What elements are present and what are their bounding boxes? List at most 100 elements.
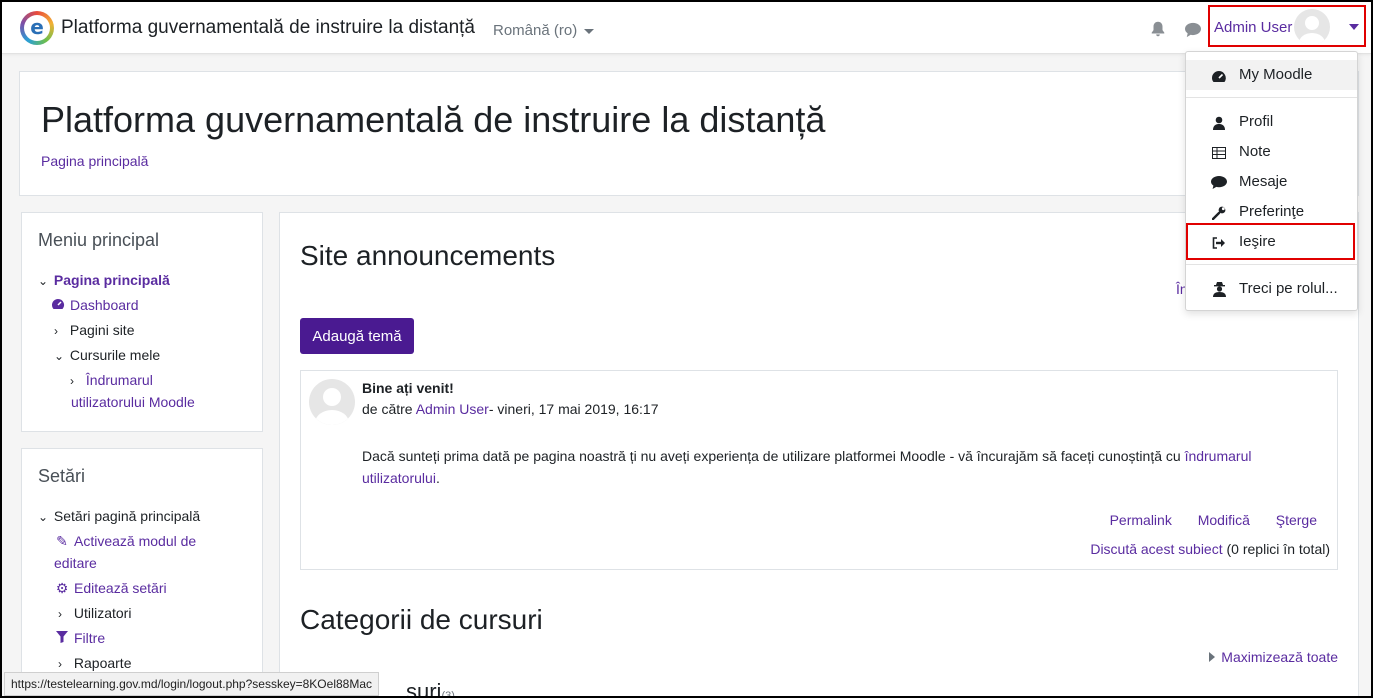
menu-item-label: My Moodle bbox=[1239, 66, 1313, 83]
site-logo[interactable]: e bbox=[20, 11, 54, 45]
expand-all-link[interactable]: Maximizează toate bbox=[1209, 649, 1338, 665]
chevron-right-icon: › bbox=[70, 374, 74, 388]
navbar-site-name[interactable]: Platforma guvernamentală de instruire la… bbox=[61, 17, 475, 39]
table-icon bbox=[1210, 137, 1228, 167]
byline-prefix: de către bbox=[362, 401, 416, 417]
user-name: Admin User bbox=[1214, 19, 1293, 36]
menu-item-grades[interactable]: Note bbox=[1186, 137, 1357, 167]
forum-post: Bine ați venit! de către Admin User- vin… bbox=[300, 370, 1338, 570]
nav-item-my-courses[interactable]: ⌄ Cursurile mele bbox=[54, 344, 160, 367]
settings-item-label: Utilizatori bbox=[73, 605, 132, 621]
category-count: (3) bbox=[441, 690, 455, 698]
edit-post-link[interactable]: Modifică bbox=[1198, 512, 1250, 528]
filter-icon bbox=[54, 627, 70, 649]
post-author-link[interactable]: Admin User bbox=[416, 401, 489, 417]
post-body: Dacă sunteți prima dată pe pagina noastr… bbox=[362, 445, 1322, 489]
chevron-right-icon: › bbox=[54, 324, 58, 338]
user-icon bbox=[1210, 107, 1228, 137]
browser-status-bar: https://testelearning.gov.md/login/logou… bbox=[4, 672, 379, 696]
menu-item-messages[interactable]: Mesaje bbox=[1186, 167, 1357, 197]
nav-item-label: Pagini site bbox=[69, 322, 135, 338]
bell-icon[interactable] bbox=[1149, 20, 1167, 38]
settings-item-users[interactable]: › Utilizatori bbox=[58, 602, 131, 625]
menu-item-my-moodle[interactable]: My Moodle bbox=[1186, 60, 1357, 90]
category-heading[interactable]: suri(3) bbox=[406, 679, 455, 698]
top-navbar: e Platforma guvernamentală de instruire … bbox=[2, 2, 1371, 54]
post-date: - vineri, 17 mai 2019, 16:17 bbox=[488, 401, 659, 417]
dashboard-icon bbox=[1210, 60, 1228, 90]
avatar[interactable] bbox=[309, 379, 355, 425]
menu-item-profile[interactable]: Profil bbox=[1186, 107, 1357, 137]
menu-item-switch-role[interactable]: Treci pe rolul... bbox=[1186, 274, 1357, 304]
post-body-end: . bbox=[435, 470, 440, 486]
settings-item-filters[interactable]: Filtre bbox=[54, 627, 105, 649]
discuss-topic-link[interactable]: Discută acest subiect bbox=[1090, 541, 1222, 557]
post-actions: Permalink Modifică Şterge bbox=[1088, 512, 1317, 528]
page-title: Platforma guvernamentală de instruire la… bbox=[41, 99, 826, 140]
comment-icon[interactable] bbox=[1184, 22, 1202, 38]
settings-item-front-page[interactable]: ⌄ Setări pagină principală bbox=[38, 505, 200, 528]
settings-item-label: Rapoarte bbox=[73, 655, 132, 671]
logo-letter: e bbox=[24, 15, 50, 41]
nav-item-label: Dashboard bbox=[70, 297, 139, 313]
default-avatar-icon bbox=[315, 388, 349, 425]
user-dropdown-menu: My Moodle Profil Note Mesaje Preferinţe bbox=[1185, 51, 1358, 311]
main-menu-block: Meniu principal ⌄ Pagina principală Dash… bbox=[21, 212, 263, 432]
menu-item-label: Profil bbox=[1239, 113, 1274, 130]
chevron-down-icon: ⌄ bbox=[38, 510, 49, 524]
nav-item-label-line2[interactable]: utilizatorului Moodle bbox=[71, 391, 195, 413]
menu-divider bbox=[1186, 264, 1357, 265]
nav-item-label: Cursurile mele bbox=[69, 347, 161, 363]
nav-item-home[interactable]: ⌄ Pagina principală bbox=[38, 269, 170, 292]
user-secret-icon bbox=[1210, 274, 1228, 304]
add-topic-button[interactable]: Adaugă temă bbox=[300, 318, 414, 354]
post-subject: Bine ați venit! bbox=[362, 380, 454, 396]
block-title: Setări bbox=[38, 466, 86, 486]
settings-item-label: Editează setări bbox=[74, 580, 167, 596]
chevron-down-icon: ⌄ bbox=[38, 274, 49, 288]
expand-all-label: Maximizează toate bbox=[1221, 649, 1338, 665]
settings-item-editing-mode[interactable]: ✎ Activează modul de bbox=[54, 530, 196, 552]
comment-icon bbox=[1210, 167, 1228, 197]
post-discuss: Discută acest subiect (0 replici în tota… bbox=[1090, 541, 1330, 557]
gear-icon: ⚙ bbox=[55, 580, 69, 596]
nav-item-label: Pagina principală bbox=[53, 272, 170, 288]
settings-item-label: Filtre bbox=[74, 630, 106, 646]
browser-viewport: e Platforma guvernamentală de instruire … bbox=[0, 0, 1373, 698]
settings-item-label: Setări pagină principală bbox=[53, 508, 201, 524]
chevron-down-icon: ⌄ bbox=[54, 349, 65, 363]
category-heading-text: suri bbox=[406, 679, 442, 698]
settings-item-label-line1: Activează modul de bbox=[74, 533, 197, 549]
reply-count: (0 replici în total) bbox=[1222, 541, 1331, 557]
logout-highlight-box bbox=[1186, 223, 1355, 260]
block-title: Meniu principal bbox=[38, 230, 160, 250]
caret-right-icon bbox=[1209, 652, 1216, 662]
breadcrumb-home-link[interactable]: Pagina principală bbox=[41, 153, 148, 169]
nav-item-moodle-guide[interactable]: › Îndrumarul bbox=[70, 369, 153, 392]
nav-item-label-line1: Îndrumarul bbox=[85, 372, 153, 388]
post-body-text: Dacă sunteți prima dată pe pagina noastr… bbox=[362, 448, 1185, 464]
default-avatar-icon bbox=[1299, 16, 1325, 45]
nav-item-site-pages[interactable]: › Pagini site bbox=[54, 319, 134, 342]
pencil-icon: ✎ bbox=[56, 533, 68, 549]
settings-item-edit-settings[interactable]: ⚙ Editează setări bbox=[54, 577, 167, 599]
nav-item-dashboard[interactable]: Dashboard bbox=[50, 294, 139, 316]
caret-down-icon bbox=[1349, 24, 1359, 30]
settings-item-label-line2[interactable]: editare bbox=[54, 552, 97, 574]
post-byline: de către Admin User- vineri, 17 mai 2019… bbox=[362, 401, 659, 417]
language-label: Română (ro) bbox=[493, 22, 578, 39]
user-menu-toggle[interactable]: Admin User bbox=[1208, 5, 1366, 47]
page-header: Platforma guvernamentală de instruire la… bbox=[19, 71, 1359, 196]
menu-item-label: Treci pe rolul... bbox=[1239, 280, 1338, 297]
language-selector[interactable]: Română (ro) bbox=[493, 22, 595, 39]
dashboard-icon bbox=[50, 294, 66, 316]
delete-post-link[interactable]: Şterge bbox=[1276, 512, 1317, 528]
chevron-down-icon bbox=[584, 28, 595, 34]
menu-divider bbox=[1186, 97, 1357, 98]
section-title-announcements: Site announcements bbox=[300, 240, 556, 271]
menu-item-label: Note bbox=[1239, 143, 1271, 160]
section-title-categories: Categorii de cursuri bbox=[300, 604, 543, 635]
chevron-right-icon: › bbox=[58, 607, 62, 621]
settings-block: Setări ⌄ Setări pagină principală ✎ Activ… bbox=[21, 448, 263, 696]
permalink-link[interactable]: Permalink bbox=[1110, 512, 1172, 528]
